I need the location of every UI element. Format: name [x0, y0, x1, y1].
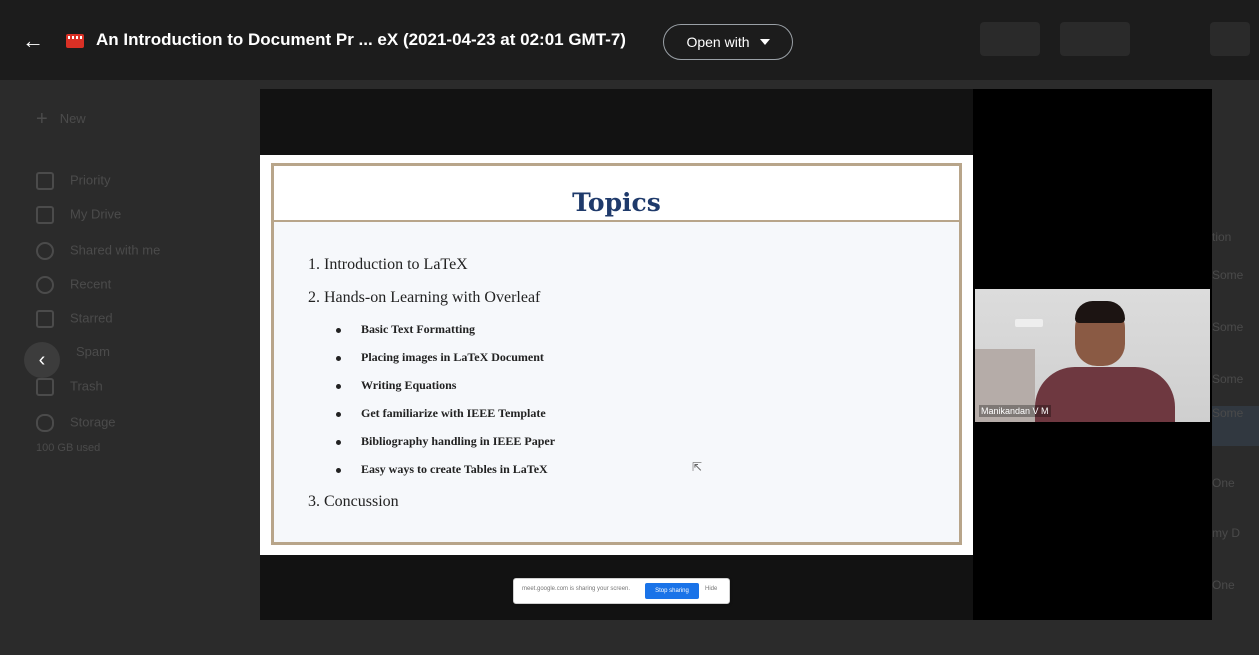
new-label: New: [59, 110, 86, 126]
person-body: [1035, 367, 1175, 422]
mouse-cursor-icon: ⇱: [692, 460, 703, 474]
stop-sharing-button[interactable]: Stop sharing: [645, 583, 699, 599]
slide-subitem: Basic Text Formatting: [336, 322, 475, 337]
list-item-selected[interactable]: Some: [1212, 406, 1259, 446]
slide-subitem: Easy ways to create Tables in LaTeX: [336, 462, 548, 477]
previous-chevron-icon[interactable]: ‹: [24, 342, 60, 378]
nav-item-trash[interactable]: Trash: [36, 378, 103, 400]
clock-icon: [36, 276, 54, 294]
people-icon: [36, 242, 54, 260]
subitem-label: Get familiarize with IEEE Template: [361, 406, 546, 420]
video-player[interactable]: Topics 1. Introduction to LaTeX 2. Hands…: [260, 89, 1212, 620]
nav-item-starred[interactable]: Starred: [36, 310, 113, 332]
nav-item-recent[interactable]: Recent: [36, 276, 111, 298]
bullet-icon: [336, 411, 341, 417]
star-icon: [36, 310, 54, 328]
back-arrow-icon[interactable]: ←: [22, 30, 44, 52]
slide-item: 3. Concussion: [308, 493, 399, 510]
slide-item: 2. Hands-on Learning with Overleaf: [308, 289, 541, 306]
bullet-icon: [336, 383, 341, 389]
subitem-label: Basic Text Formatting: [361, 322, 475, 336]
slide-subitem: Bibliography handling in IEEE Paper: [336, 434, 555, 449]
nav-item-my-drive[interactable]: My Drive: [36, 206, 121, 228]
file-title: An Introduction to Document Pr ... eX (2…: [96, 30, 626, 49]
nav-label: Spam: [76, 344, 110, 359]
nav-item-storage[interactable]: Storage: [36, 414, 116, 436]
bullet-icon: [336, 327, 341, 333]
storage-used: 100 GB used: [36, 442, 101, 454]
hide-button[interactable]: Hide: [705, 586, 717, 592]
list-item[interactable]: Some: [1212, 268, 1259, 308]
toolbar-button-3[interactable]: [1210, 22, 1250, 56]
bullet-icon: [336, 439, 341, 445]
video-file-icon: [66, 34, 84, 48]
slide-subitem: Get familiarize with IEEE Template: [336, 406, 546, 421]
open-with-label: Open with: [686, 34, 750, 50]
nav-label: Recent: [70, 276, 112, 292]
cloud-icon: [36, 414, 54, 432]
nav-label: Priority: [70, 172, 111, 188]
nav-label: Shared with me: [70, 242, 161, 258]
open-with-button[interactable]: Open with: [663, 24, 793, 60]
list-item[interactable]: One: [1212, 578, 1259, 618]
screen-share-notification: meet.google.com is sharing your screen. …: [513, 578, 730, 604]
viewer-header: ← An Introduction to Document Pr ... eX …: [0, 0, 1259, 80]
drive-file-list: tion Some Some Some Some One my D One: [1212, 80, 1259, 655]
bullet-icon: [336, 467, 341, 473]
list-item: tion: [1212, 230, 1232, 244]
plus-icon: +: [36, 108, 48, 130]
priority-icon: [36, 172, 54, 190]
caret-down-icon: [759, 39, 770, 45]
bullet-icon: [336, 355, 341, 361]
nav-label: Storage: [70, 414, 116, 430]
drive-icon: [36, 206, 54, 224]
nav-label: Trash: [70, 378, 103, 394]
share-message: meet.google.com is sharing your screen.: [522, 586, 631, 592]
subitem-label: Writing Equations: [361, 378, 457, 392]
slide-item: 1. Introduction to LaTeX: [308, 256, 468, 273]
presentation-slide: Topics 1. Introduction to LaTeX 2. Hands…: [260, 155, 973, 604]
nav-label: Starred: [70, 310, 113, 326]
nav-item-spam[interactable]: Spam: [76, 344, 110, 366]
toolbar-button-2[interactable]: [1060, 22, 1130, 56]
toolbar-button-1[interactable]: [980, 22, 1040, 56]
nav-item-priority[interactable]: Priority: [36, 172, 110, 194]
air-conditioner-shape: [1015, 319, 1043, 327]
list-item[interactable]: Some: [1212, 320, 1259, 360]
slide-subitem: Writing Equations: [336, 378, 456, 393]
subitem-label: Placing images in LaTeX Document: [361, 350, 544, 364]
participant-video: Manikandan V M: [975, 289, 1210, 422]
drive-sidebar: + New Priority My Drive Shared with me Re…: [0, 80, 260, 655]
list-item[interactable]: my D: [1212, 526, 1259, 566]
person-hair: [1075, 301, 1125, 323]
subitem-label: Easy ways to create Tables in LaTeX: [361, 462, 548, 476]
slide-subitem: Placing images in LaTeX Document: [336, 350, 544, 365]
header-toolbar: [960, 22, 1250, 58]
trash-icon: [36, 378, 54, 396]
subitem-label: Bibliography handling in IEEE Paper: [361, 434, 556, 448]
new-button[interactable]: + New: [36, 108, 86, 130]
participant-name: Manikandan V M: [979, 405, 1051, 417]
list-item[interactable]: One: [1212, 476, 1259, 516]
nav-label: My Drive: [70, 206, 122, 222]
screen-share-area: Topics 1. Introduction to LaTeX 2. Hands…: [260, 89, 973, 620]
nav-item-shared[interactable]: Shared with me: [36, 242, 160, 264]
